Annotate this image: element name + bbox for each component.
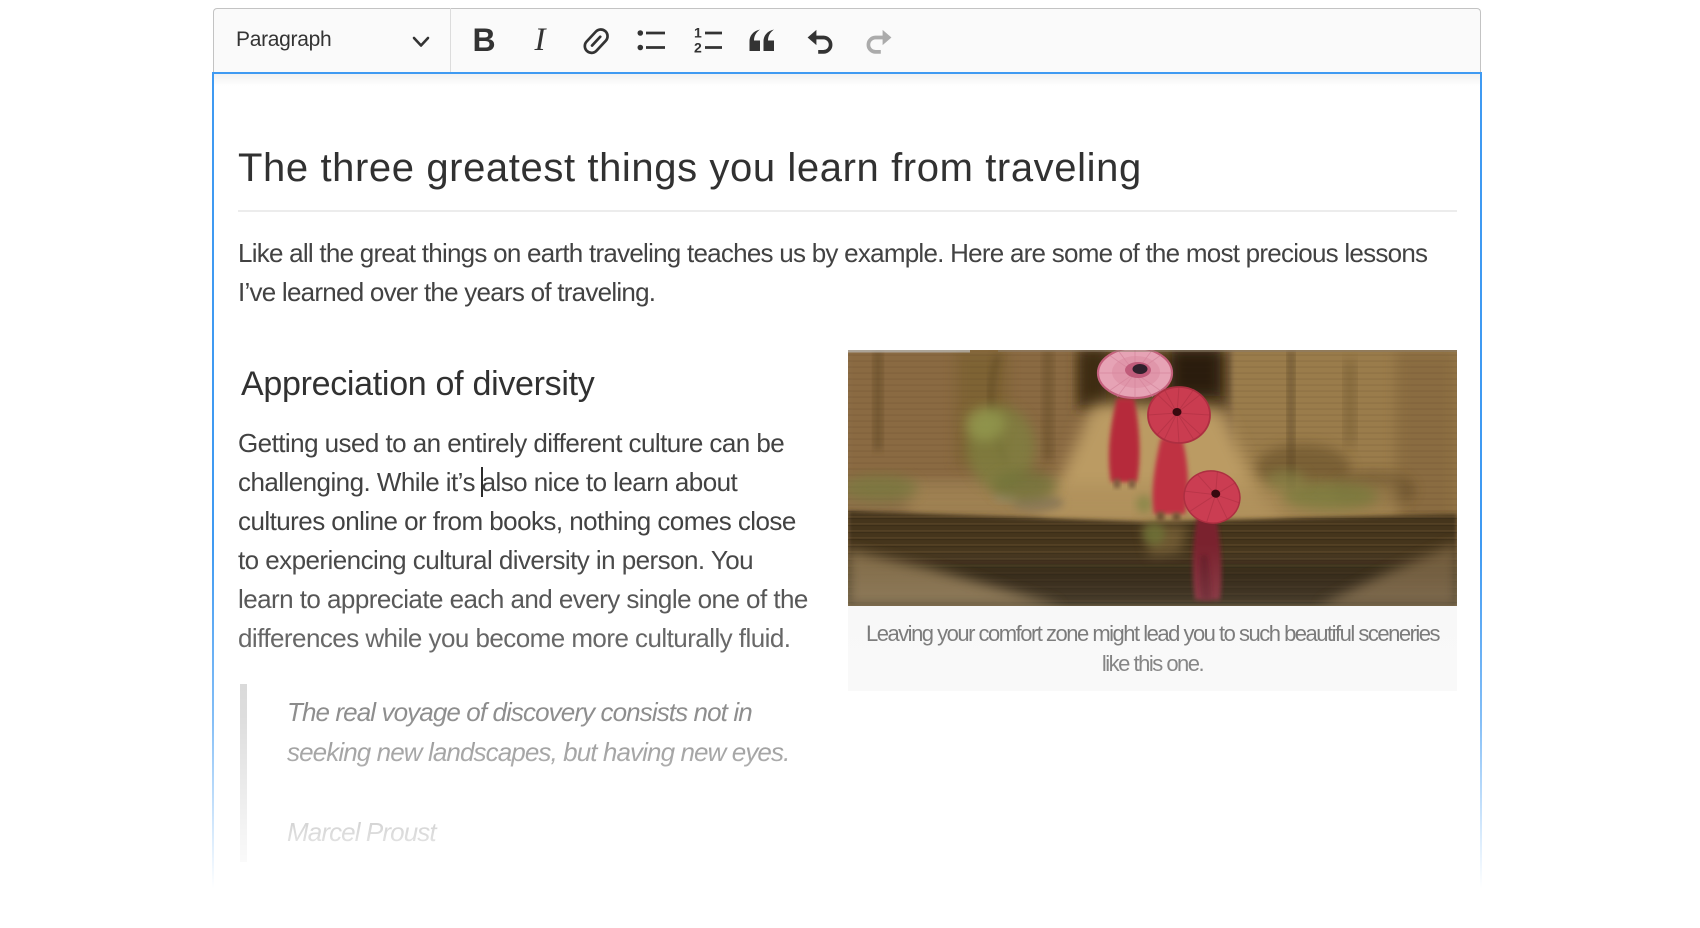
svg-text:1: 1 [694, 25, 702, 41]
svg-text:2: 2 [694, 40, 702, 56]
